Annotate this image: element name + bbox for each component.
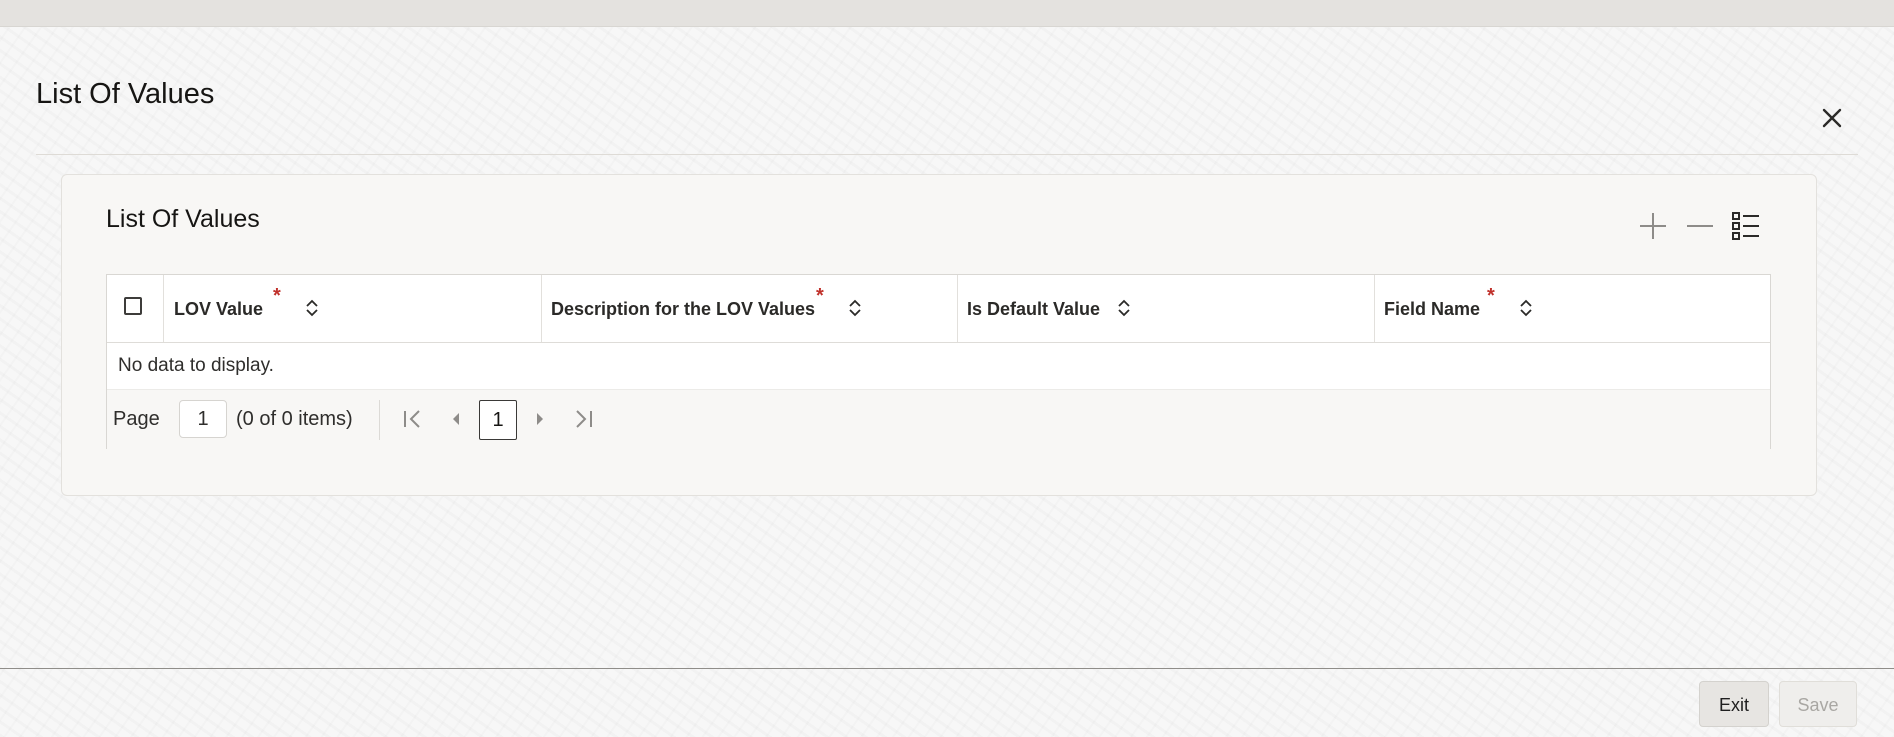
empty-message: No data to display. [118, 355, 274, 376]
column-label: LOV Value [174, 299, 264, 319]
lov-table: LOV Value * Description for the LOV Valu… [106, 274, 1771, 449]
list-view-icon [1732, 212, 1759, 240]
sort-icon[interactable] [1117, 297, 1131, 319]
next-page-button[interactable] [525, 404, 555, 434]
column-header-lov-value[interactable]: LOV Value * [163, 275, 542, 342]
column-label: Description for the LOV Values [551, 299, 816, 319]
page-label: Page [113, 408, 160, 430]
column-header-is-default-value[interactable]: Is Default Value [957, 275, 1375, 342]
column-header-description[interactable]: Description for the LOV Values * [541, 275, 958, 342]
column-label: Field Name [1384, 299, 1481, 319]
required-indicator: * [273, 285, 281, 307]
first-page-icon [404, 410, 420, 428]
current-page-button[interactable]: 1 [479, 400, 517, 440]
close-button[interactable] [1816, 102, 1848, 134]
remove-row-button[interactable] [1683, 209, 1717, 243]
top-header-strip [0, 0, 1894, 27]
close-icon [1822, 108, 1842, 128]
dialog-title: List Of Values [36, 78, 215, 110]
table-header: LOV Value * Description for the LOV Valu… [107, 275, 1770, 343]
pagination-divider [379, 400, 380, 440]
column-label: Is Default Value [967, 299, 1101, 319]
lov-panel: List Of Values LOV Value * Description f… [61, 174, 1817, 496]
first-page-button[interactable] [397, 404, 427, 434]
last-page-button[interactable] [569, 404, 599, 434]
list-of-values-dialog: List Of Values List Of Values LOV Value … [0, 26, 1894, 668]
minus-icon [1687, 225, 1713, 227]
next-page-icon [537, 413, 543, 425]
sort-icon[interactable] [1519, 297, 1533, 319]
page-number-input[interactable] [179, 400, 227, 438]
required-indicator: * [1487, 285, 1495, 307]
sort-icon[interactable] [305, 297, 319, 319]
add-row-button[interactable] [1636, 209, 1670, 243]
save-button[interactable]: Save [1779, 681, 1857, 727]
panel-title: List Of Values [106, 205, 260, 233]
select-all-checkbox[interactable] [124, 297, 142, 315]
header-divider [36, 154, 1858, 155]
previous-page-button[interactable] [441, 404, 471, 434]
exit-button[interactable]: Exit [1699, 681, 1769, 727]
previous-page-icon [453, 413, 459, 425]
dialog-footer: Exit Save [0, 669, 1894, 737]
select-all-cell [107, 275, 164, 342]
column-header-field-name[interactable]: Field Name * [1374, 275, 1769, 342]
sort-icon[interactable] [848, 297, 862, 319]
required-indicator: * [816, 285, 824, 307]
items-summary: (0 of 0 items) [236, 408, 353, 430]
single-record-view-button[interactable] [1729, 209, 1763, 243]
plus-icon [1640, 213, 1666, 239]
last-page-icon [576, 410, 592, 428]
pagination-bar: Page (0 of 0 items) 1 [107, 389, 1770, 449]
